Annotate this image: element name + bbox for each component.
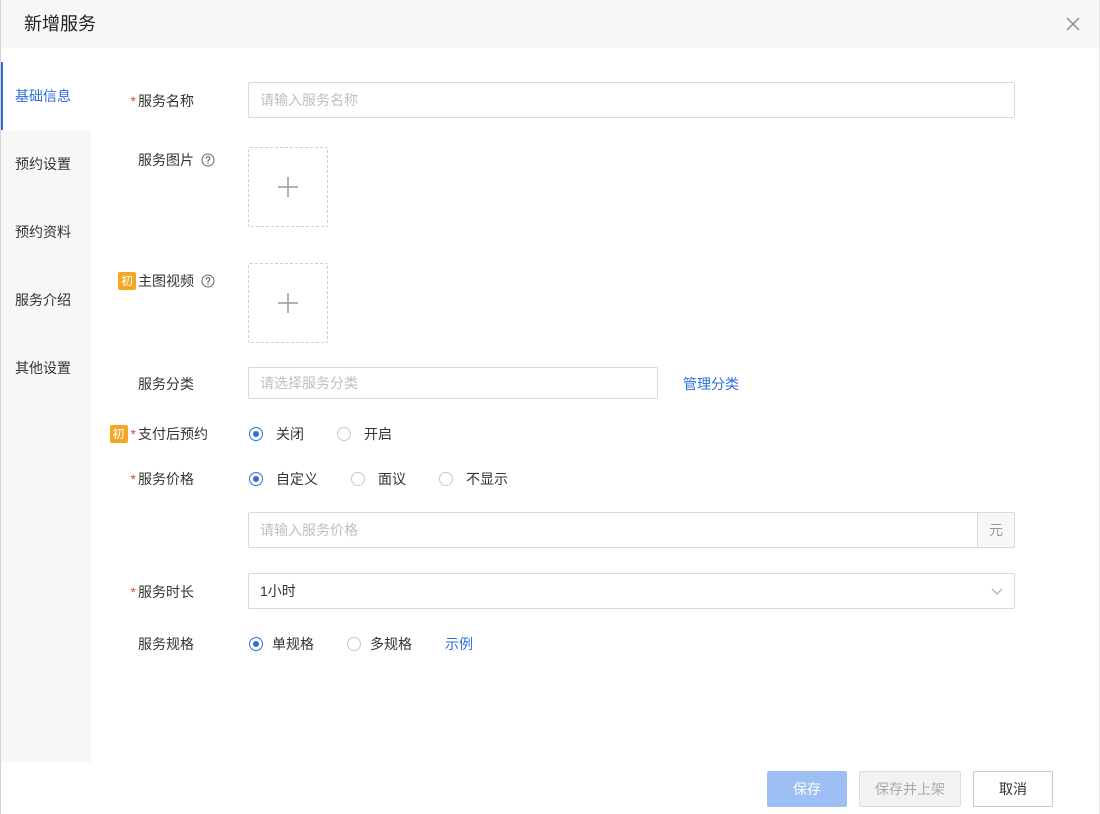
radio-button[interactable] <box>351 472 365 486</box>
service-category-label: 服务分类 <box>138 376 194 392</box>
nav-item-other-settings[interactable]: 其他设置 <box>0 334 91 402</box>
nav-item-basic-info[interactable]: 基础信息 <box>0 62 91 130</box>
service-duration-prefix: * <box>131 582 136 602</box>
required-mark: * <box>130 584 136 600</box>
initial-badge: 初 <box>109 425 128 443</box>
service-duration-select[interactable]: 1小时 <box>248 573 1015 609</box>
cancel-button[interactable]: 取消 <box>973 771 1053 807</box>
example-link[interactable]: 示例 <box>445 634 473 654</box>
save-button[interactable]: 保存 <box>767 771 847 807</box>
radio-button[interactable] <box>337 427 351 441</box>
radio-option-on[interactable]: 开启 <box>337 424 392 444</box>
service-name-label: 服务名称 <box>138 93 194 109</box>
nav-item-service-intro[interactable]: 服务介绍 <box>0 266 91 334</box>
radio-label: 开启 <box>364 426 392 442</box>
radio-option-single-spec[interactable]: 单规格 <box>249 634 314 654</box>
plus-icon <box>278 293 298 313</box>
radio-label: 单规格 <box>272 636 314 652</box>
nav-item-booking-info[interactable]: 预约资料 <box>0 198 91 266</box>
radio-option-multi-spec[interactable]: 多规格 <box>347 634 412 654</box>
required-mark: * <box>130 93 136 109</box>
radio-option-custom[interactable]: 自定义 <box>249 469 318 489</box>
required-mark: * <box>130 471 136 487</box>
radio-button[interactable] <box>249 472 263 486</box>
radio-label: 关闭 <box>276 426 304 442</box>
price-input-group: 元 <box>248 512 1015 548</box>
service-price-radio-group: 自定义 面议 不显示 <box>249 469 541 489</box>
service-spec-label: 服务规格 <box>138 636 194 652</box>
service-image-label: 服务图片 <box>138 152 194 168</box>
required-mark: * <box>130 426 136 442</box>
service-name-input[interactable] <box>248 82 1015 118</box>
booking-after-payment-radio-group: 关闭 开启 <box>249 424 425 444</box>
booking-after-payment-prefix: 初 * <box>109 424 136 444</box>
price-input[interactable] <box>249 513 977 547</box>
section-nav: 基础信息 预约设置 预约资料 服务介绍 其他设置 <box>0 62 91 762</box>
service-image-upload[interactable] <box>248 147 328 227</box>
main-video-upload[interactable] <box>248 263 328 343</box>
add-service-dialog: 新增服务 基础信息 预约设置 预约资料 服务介绍 其他设置 * 服务名称 服务图… <box>0 0 1100 814</box>
dialog-left-border <box>0 0 1 814</box>
chevron-down-icon <box>991 588 1003 595</box>
radio-option-off[interactable]: 关闭 <box>249 424 304 444</box>
close-icon[interactable] <box>1066 17 1080 31</box>
radio-button[interactable] <box>439 472 453 486</box>
radio-option-negotiable[interactable]: 面议 <box>351 469 406 489</box>
radio-label: 不显示 <box>466 471 508 487</box>
service-name-prefix: * <box>131 91 136 111</box>
radio-label: 多规格 <box>370 636 412 652</box>
service-duration-label: 服务时长 <box>138 584 194 600</box>
service-price-prefix: * <box>131 469 136 489</box>
save-and-publish-button[interactable]: 保存并上架 <box>859 771 961 807</box>
main-video-label: 主图视频 <box>138 273 194 289</box>
initial-badge: 初 <box>118 272 136 290</box>
question-circle-icon[interactable] <box>201 153 215 167</box>
radio-label: 自定义 <box>276 471 318 487</box>
dialog-title: 新增服务 <box>24 14 96 34</box>
price-unit-addon: 元 <box>977 513 1014 547</box>
radio-label: 面议 <box>378 471 406 487</box>
plus-icon <box>278 177 298 197</box>
booking-after-payment-label: 支付后预约 <box>138 426 208 442</box>
service-spec-radio-group: 单规格 多规格 示例 <box>249 634 473 654</box>
radio-option-hidden[interactable]: 不显示 <box>439 469 508 489</box>
radio-button[interactable] <box>249 637 263 651</box>
service-price-label: 服务价格 <box>138 471 194 487</box>
select-value: 1小时 <box>260 583 296 599</box>
dialog-header: 新增服务 <box>0 0 1100 48</box>
nav-item-booking-settings[interactable]: 预约设置 <box>0 130 91 198</box>
manage-category-link[interactable]: 管理分类 <box>683 374 739 394</box>
service-category-input[interactable] <box>248 367 658 399</box>
question-circle-icon[interactable] <box>201 274 215 288</box>
radio-button[interactable] <box>249 427 263 441</box>
radio-button[interactable] <box>347 637 361 651</box>
main-video-prefix: 初 <box>118 271 136 291</box>
